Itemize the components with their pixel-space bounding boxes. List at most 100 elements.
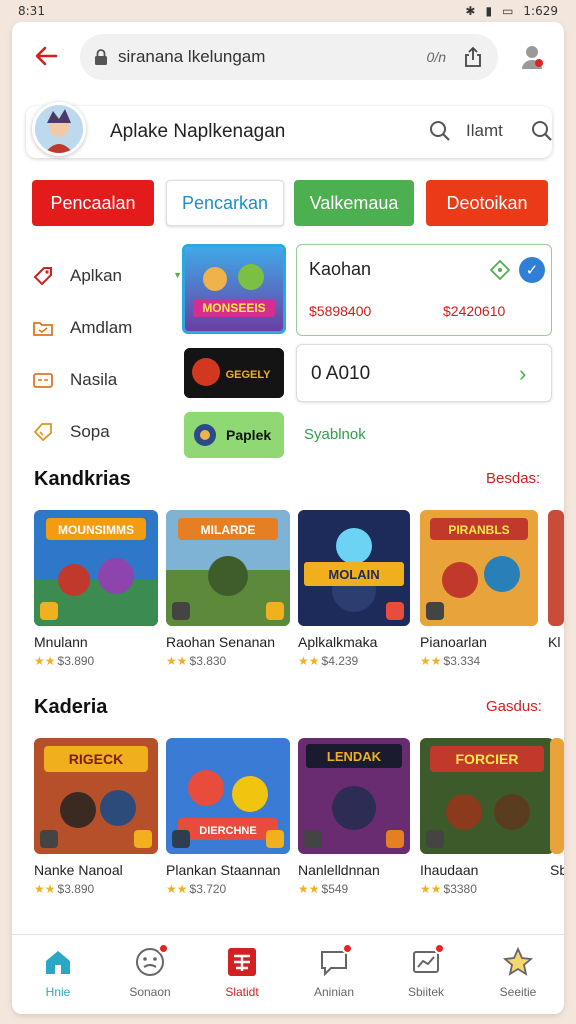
game-card[interactable]: MOUNSIMMS Mnulann ★★ $3.890 <box>34 510 158 668</box>
game-art-image: MONSEEIS <box>185 247 283 331</box>
game-art-image: PIRANBLS <box>420 510 538 626</box>
sub-link[interactable]: Syablnok <box>304 426 366 443</box>
sidebar-item-sopa[interactable]: Sopa <box>32 406 182 458</box>
status-bar: 8:31 ✱ ▮ ▭ 1:629 <box>0 0 576 22</box>
tab-slatidt[interactable]: Slatidt <box>196 935 288 1014</box>
gear-character-icon <box>194 424 216 446</box>
code-card[interactable]: 0 A010 › <box>296 344 552 402</box>
game-name: Ihaudaan <box>420 862 479 878</box>
game-name: Nanlelldnnan <box>298 862 380 878</box>
search-card[interactable]: Aplake Naplkenagan Ilamt <box>26 102 554 158</box>
game-card[interactable]: LENDAK Nanlelldnnan ★★ $549 <box>298 738 410 896</box>
chevron-down-icon: ▼ <box>173 270 182 280</box>
filter-chips: Pencaalan Pencarkan Valkemaua Deotoikan <box>32 180 548 226</box>
game-name: Nanke Nanoal <box>34 862 123 878</box>
game-rating: ★★ $549 <box>298 882 349 896</box>
game-art-image: RIGECK <box>34 738 158 854</box>
game-name: Sb <box>550 862 564 878</box>
game-card[interactable]: RIGECK Nanke Nanoal ★★ $3.890 <box>34 738 158 896</box>
signal-icon: ▮ <box>485 4 493 18</box>
game-art-image: LENDAK <box>298 738 410 854</box>
svg-text:MILARDE: MILARDE <box>201 523 256 537</box>
battery-icon: ▭ <box>502 4 514 18</box>
tab-sonaon[interactable]: Sonaon <box>104 935 196 1014</box>
tab-label: Seeitie <box>499 985 537 999</box>
badge-icon <box>40 830 58 848</box>
chevron-right-icon[interactable]: › <box>519 361 526 387</box>
tag-icon <box>33 267 52 286</box>
section-title-2: Kaderia <box>34 696 108 718</box>
back-button[interactable] <box>32 42 62 72</box>
svg-text:RIGECK: RIGECK <box>69 751 123 767</box>
featured-game-thumb[interactable]: MONSEEIS <box>182 244 286 334</box>
badge-icon <box>304 830 322 848</box>
sidebar-item-amdlam[interactable]: Amdlam <box>32 302 182 354</box>
svg-text:MOLAIN: MOLAIN <box>328 567 379 582</box>
game-name: Mnulann <box>34 634 88 650</box>
badge-icon <box>386 602 404 620</box>
badge-icon <box>266 602 284 620</box>
message-icon <box>319 943 353 977</box>
tab-aninian[interactable]: Aninian <box>288 935 380 1014</box>
featured-app-chip[interactable]: Paplek <box>184 412 284 458</box>
game-card[interactable]: DIERCHNE Plankan Staannan ★★ $3.720 <box>166 738 290 896</box>
game-card-partial[interactable]: Kl <box>548 510 564 650</box>
game-name: Pianoarlan <box>420 634 487 650</box>
tab-label: Slatidt <box>225 985 259 999</box>
game-name: Plankan Staannan <box>166 862 281 878</box>
badge-icon <box>266 830 284 848</box>
avatar[interactable] <box>32 102 86 156</box>
code-text: 0 A010 <box>311 363 371 384</box>
game-rating: ★★ $3.720 <box>166 882 227 896</box>
lock-icon <box>95 49 107 65</box>
svg-text:MOUNSIMMS: MOUNSIMMS <box>58 523 134 537</box>
tab-sbiitek[interactable]: Sbiitek <box>380 935 472 1014</box>
game-card[interactable]: MILARDE Raohan Senanan ★★ $3.830 <box>166 510 290 668</box>
game-name: Kl <box>548 634 561 650</box>
badge-icon <box>134 830 152 848</box>
game-art-image <box>550 738 564 854</box>
tab-seeitie[interactable]: Seeitie <box>472 935 564 1014</box>
url-text: siranana lkelungam <box>118 47 266 66</box>
game-rating: ★★ $4.239 <box>298 654 359 668</box>
search-submit-icon[interactable] <box>530 119 554 143</box>
side-nav: Aplkan ▼ Amdlam Nasila Sopa <box>32 250 182 458</box>
game-rating: ★★ $3.830 <box>166 654 227 668</box>
face-icon <box>135 943 169 977</box>
star-icon: ★★ <box>298 882 320 896</box>
game-card-partial[interactable]: Sb <box>550 738 564 878</box>
url-bar[interactable]: siranana lkelungam 0/n <box>80 34 498 80</box>
featured-game-thumb-2[interactable]: GEGELY <box>184 348 284 398</box>
share-icon[interactable] <box>462 46 484 68</box>
check-icon[interactable]: ✓ <box>519 257 545 283</box>
section-link-1[interactable]: Besdas: <box>486 470 540 487</box>
sidebar-item-nasila[interactable]: Nasila <box>32 354 182 406</box>
search-icon[interactable] <box>428 119 452 143</box>
app-window: siranana lkelungam 0/n Aplake Naplkenaga… <box>12 22 564 1014</box>
badge-icon <box>40 602 58 620</box>
search-query[interactable]: Ilamt <box>466 121 503 141</box>
notification-dot <box>434 943 445 954</box>
game-card[interactable]: PIRANBLS Pianoarlan ★★ $3.334 <box>420 510 538 668</box>
chip-valkemaua[interactable]: Valkemaua <box>294 180 414 226</box>
sidebar-item-label: Nasila <box>70 370 118 389</box>
game-art-image: MILARDE <box>166 510 290 626</box>
game-card[interactable]: FORCIER Ihaudaan ★★ $3380 <box>420 738 554 896</box>
offer-card[interactable]: Kaohan ✓ $5898400 $2420610 <box>296 244 552 336</box>
section-link-2[interactable]: Gasdus: <box>486 698 542 715</box>
game-name: Aplkalkmaka <box>298 634 378 650</box>
star-icon: ★★ <box>166 882 188 896</box>
game-rating: ★★ $3.890 <box>34 654 95 668</box>
chip-deotoikan[interactable]: Deotoikan <box>426 180 548 226</box>
game-rating: ★★ $3.334 <box>420 654 481 668</box>
game-art-image: DIERCHNE <box>166 738 290 854</box>
profile-icon[interactable] <box>520 44 544 70</box>
bluetooth-icon: ✱ <box>465 4 476 18</box>
chip-pencarkan[interactable]: Pencarkan <box>166 180 284 226</box>
game-card[interactable]: MOLAIN Aplkalkmaka ★★ $4.239 <box>298 510 410 668</box>
svg-text:FORCIER: FORCIER <box>456 751 519 767</box>
sidebar-item-aplkan[interactable]: Aplkan ▼ <box>32 250 182 302</box>
diamond-icon <box>489 259 511 281</box>
chip-pencaalan[interactable]: Pencaalan <box>32 180 154 226</box>
tab-home[interactable]: Hnie <box>12 935 104 1014</box>
